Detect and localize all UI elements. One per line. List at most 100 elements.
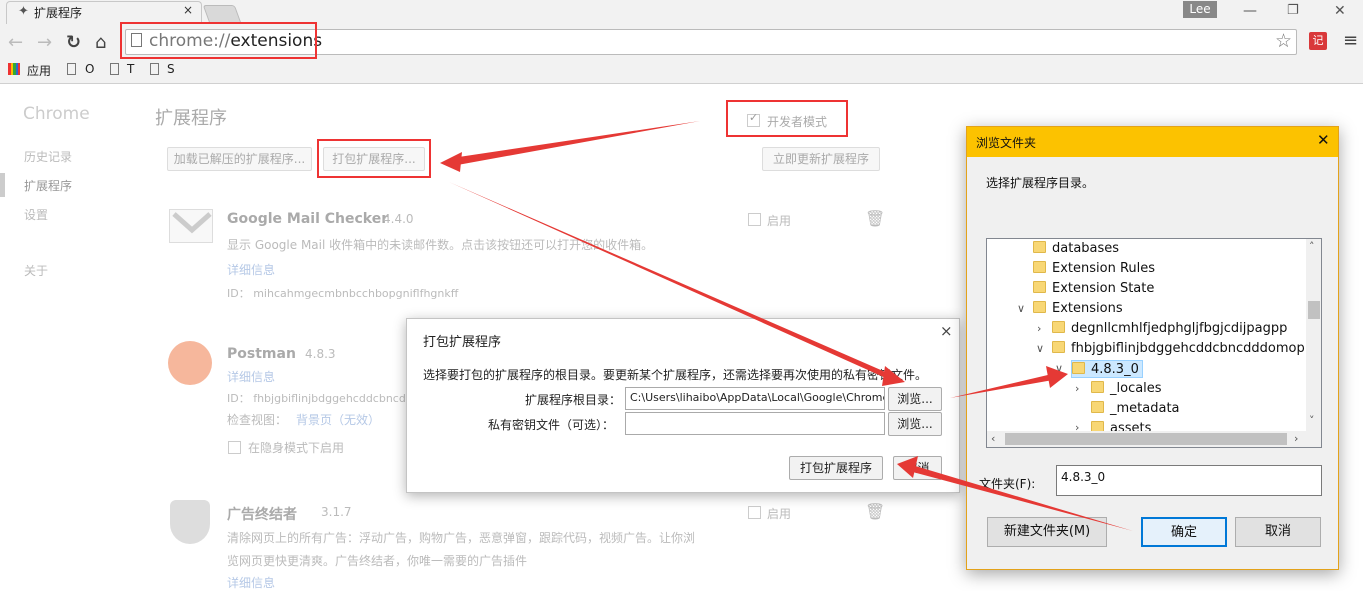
tree-node[interactable]: Extensions — [1033, 300, 1123, 318]
tree-node[interactable]: fhbjgbiflinjbdggehcddcbncdddomop — [1052, 340, 1305, 358]
bookmark-apps[interactable]: 应用 — [27, 62, 51, 79]
url-highlight — [120, 22, 317, 59]
extension-id: ID： mihcahmgecmbnbcchbopgniflfhgnkff — [227, 287, 459, 300]
folder-icon — [1033, 281, 1046, 293]
extension-version: 3.1.7 — [321, 505, 352, 519]
trash-icon[interactable]: 🗑 — [865, 502, 885, 521]
new-tab-button[interactable] — [202, 5, 242, 23]
bookmark-star-icon[interactable]: ☆ — [1275, 30, 1292, 52]
apps-grid-icon[interactable] — [8, 63, 20, 75]
profile-badge[interactable]: Lee — [1183, 1, 1217, 18]
ok-button[interactable]: 确定 — [1141, 517, 1227, 547]
bookmark-o[interactable]: O — [85, 62, 94, 76]
expanded-chevron-icon[interactable]: ∨ — [1017, 302, 1025, 315]
horizontal-scroll-thumb[interactable] — [1005, 433, 1287, 445]
extension-name: Postman — [227, 346, 296, 362]
collapsed-chevron-icon[interactable]: › — [1037, 322, 1041, 335]
update-now-button[interactable]: 立即更新扩展程序 — [762, 147, 880, 171]
sidebar-item-settings[interactable]: 设置 — [24, 206, 48, 223]
incognito-checkbox[interactable] — [228, 441, 241, 454]
enable-checkbox[interactable] — [748, 506, 761, 519]
pack-confirm-button[interactable]: 打包扩展程序 — [789, 456, 883, 480]
extension-description: 显示 Google Mail 收件箱中的未读邮件数。点击该按钮还可以打开您的收件… — [227, 238, 654, 252]
tree-node[interactable]: _locales — [1091, 380, 1162, 398]
bookmark-s[interactable]: S — [167, 62, 175, 76]
folder-icon — [1052, 321, 1065, 333]
scroll-right-icon[interactable]: › — [1294, 432, 1298, 445]
restore-icon[interactable]: ❐ — [1287, 3, 1299, 18]
postman-icon — [168, 341, 212, 385]
details-link[interactable]: 详细信息 — [227, 261, 275, 278]
tree-node[interactable]: Extension State — [1033, 280, 1154, 298]
tab-title: 扩展程序 — [34, 6, 83, 20]
sidebar-item-about[interactable]: 关于 — [24, 262, 48, 279]
tree-node[interactable]: degnllcmhlfjedphgljfbgjcdijpagpp — [1052, 320, 1287, 338]
browse-root-button[interactable]: 浏览... — [888, 387, 942, 411]
bookmark-page-icon — [67, 63, 76, 75]
bookmark-t[interactable]: T — [127, 62, 134, 76]
browse-folder-prompt: 选择扩展程序目录。 — [986, 176, 1095, 190]
minimize-icon[interactable]: — — [1243, 3, 1257, 19]
vertical-scroll-thumb[interactable] — [1308, 301, 1320, 319]
trash-icon[interactable]: 🗑 — [865, 209, 885, 228]
folder-icon — [1052, 341, 1065, 353]
extension-version: 4.4.0 — [383, 212, 414, 226]
gmail-icon — [169, 209, 213, 243]
pack-cancel-button[interactable]: 取消 — [893, 456, 942, 480]
expanded-chevron-icon[interactable]: ∨ — [1055, 362, 1063, 375]
extension-name: Google Mail Checker — [227, 211, 389, 227]
adblock-shield-icon — [170, 500, 210, 544]
expanded-chevron-icon[interactable]: ∨ — [1036, 342, 1044, 355]
tab-close-icon[interactable]: × — [183, 3, 193, 17]
sidebar-active-marker — [0, 173, 5, 197]
reload-icon[interactable]: ↻ — [66, 32, 81, 53]
extension-version: 4.8.3 — [305, 347, 336, 361]
scroll-up-icon[interactable]: ˄ — [1309, 240, 1315, 253]
details-link[interactable]: 详细信息 — [227, 368, 275, 385]
background-page-link[interactable]: 背景页（无效） — [296, 411, 380, 428]
browse-folder-title: 浏览文件夹 — [976, 136, 1037, 150]
scroll-left-icon[interactable]: ‹ — [991, 432, 995, 445]
enable-label: 启用 — [767, 507, 792, 521]
folder-icon — [1072, 362, 1085, 374]
tree-node[interactable]: Extension Rules — [1033, 260, 1155, 278]
private-key-label: 私有密钥文件（可选）： — [488, 418, 615, 432]
extension-id: ID： fhbjgbiflinjbdggehcddcbncdddomop — [227, 392, 405, 405]
tree-node[interactable]: databases — [1033, 240, 1119, 258]
bookmarks-bar — [0, 60, 1363, 84]
forward-icon[interactable]: → — [37, 32, 52, 53]
folder-icon — [1033, 261, 1046, 273]
extension-icon[interactable]: 记 — [1309, 32, 1327, 50]
new-folder-button[interactable]: 新建文件夹(M) — [987, 517, 1107, 547]
window-close-icon[interactable]: ✕ — [1334, 3, 1346, 19]
details-link[interactable]: 详细信息 — [227, 574, 275, 591]
home-icon[interactable]: ⌂ — [95, 32, 106, 53]
browse-key-button[interactable]: 浏览... — [888, 412, 942, 436]
scroll-down-icon[interactable]: ˅ — [1309, 414, 1315, 427]
vertical-scrollbar[interactable] — [1306, 239, 1321, 431]
pack-dialog-close-icon[interactable]: × — [940, 322, 953, 340]
back-icon[interactable]: ← — [8, 32, 23, 53]
incognito-label: 在隐身模式下启用 — [248, 441, 345, 455]
page-title: 扩展程序 — [155, 108, 227, 129]
load-unpacked-button[interactable]: 加载已解压的扩展程序... — [167, 147, 312, 171]
enable-label: 启用 — [767, 214, 792, 228]
menu-icon[interactable]: ≡ — [1343, 30, 1358, 51]
private-key-input[interactable] — [625, 412, 885, 435]
pack-button-highlight — [317, 139, 431, 178]
enable-checkbox[interactable] — [748, 213, 761, 226]
sidebar-item-history[interactable]: 历史记录 — [24, 148, 72, 165]
folder-tree[interactable]: databases Extension Rules Extension Stat… — [986, 238, 1322, 448]
folder-input[interactable]: 4.8.3_0 — [1056, 465, 1322, 496]
extension-description: 览网页更快更清爽。广告终结者，你唯一需要的广告插件 — [227, 554, 528, 568]
sidebar-item-extensions[interactable]: 扩展程序 — [24, 177, 72, 194]
browse-folder-close-icon[interactable]: ✕ — [1317, 131, 1330, 149]
bookmark-page-icon — [150, 63, 159, 75]
root-dir-input[interactable]: C:\Users\lihaibo\AppData\Local\Google\Ch… — [625, 387, 885, 410]
folder-cancel-button[interactable]: 取消 — [1235, 517, 1321, 547]
puzzle-icon: ✦ — [18, 4, 29, 19]
tree-node[interactable]: _metadata — [1091, 400, 1180, 418]
tree-node-selected[interactable]: 4.8.3_0 — [1071, 360, 1143, 378]
extension-description: 清除网页上的所有广告：浮动广告，购物广告，恶意弹窗，跟踪代码，视频广告。让你浏 — [227, 531, 696, 545]
collapsed-chevron-icon[interactable]: › — [1075, 382, 1079, 395]
